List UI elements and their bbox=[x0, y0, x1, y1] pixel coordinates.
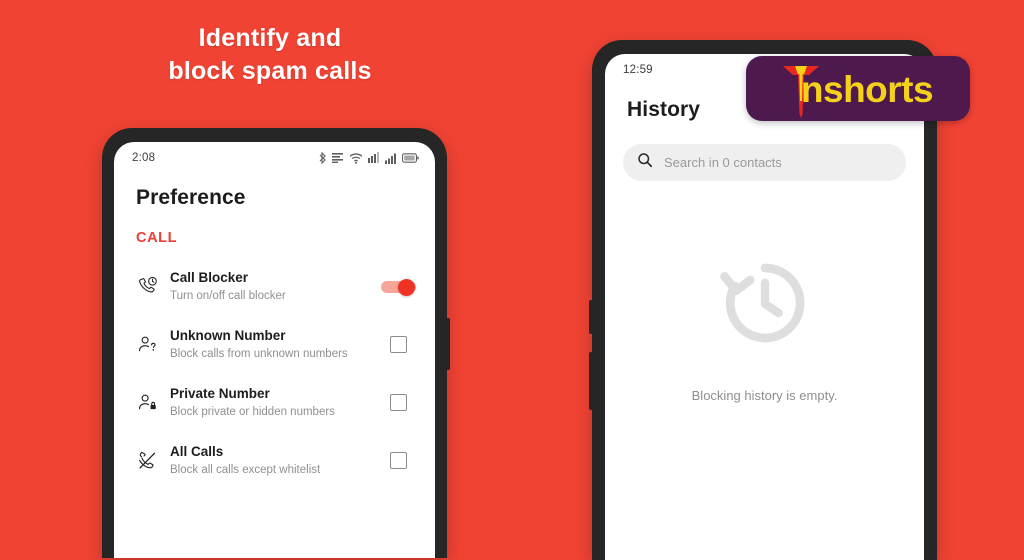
phone-screen-preference: 2:08 Preference CALL Call Blocker Turn o… bbox=[114, 142, 435, 558]
phone-screen-history: 12:59 History Search in 0 contacts Block… bbox=[605, 54, 924, 560]
history-icon bbox=[719, 263, 811, 353]
all-calls-icon bbox=[132, 450, 162, 471]
bluetooth-icon bbox=[319, 152, 327, 164]
power-button-left-phone[interactable] bbox=[446, 318, 450, 370]
headline-line-1: Identify and bbox=[198, 24, 342, 52]
call-blocker-icon bbox=[132, 276, 162, 297]
volume-up-button[interactable] bbox=[589, 300, 593, 334]
preference-control bbox=[381, 336, 415, 354]
search-placeholder: Search in 0 contacts bbox=[664, 155, 782, 170]
battery-icon bbox=[402, 153, 419, 163]
phone-mockup-left: 2:08 Preference CALL Call Blocker Turn o… bbox=[102, 128, 450, 558]
preference-subtitle: Block all calls except whitelist bbox=[170, 463, 321, 476]
empty-state: Blocking history is empty. bbox=[605, 257, 924, 403]
preference-title: Unknown Number bbox=[170, 327, 286, 343]
volume-down-button[interactable] bbox=[589, 352, 593, 410]
preference-title: All Calls bbox=[170, 443, 224, 459]
empty-state-message: Blocking history is empty. bbox=[691, 388, 838, 403]
wifi-icon bbox=[349, 152, 363, 164]
preference-control bbox=[381, 394, 415, 412]
preference-title: Private Number bbox=[170, 385, 270, 401]
watermark-badge: nshorts bbox=[746, 56, 970, 121]
toggle-thumb bbox=[398, 279, 415, 297]
headline-line-2: block spam calls bbox=[168, 57, 372, 85]
preference-text: Unknown Number Block calls from unknown … bbox=[162, 327, 381, 363]
unknown-number-icon bbox=[132, 334, 162, 355]
preference-subtitle: Block private or hidden numbers bbox=[170, 406, 335, 418]
mobile-data-icon bbox=[368, 152, 380, 164]
signal-icon bbox=[385, 153, 397, 164]
watermark-label: nshorts bbox=[800, 69, 934, 110]
page-title: Preference bbox=[136, 186, 246, 209]
private-number-icon bbox=[132, 392, 162, 413]
preference-text: Call Blocker Turn on/off call blocker bbox=[162, 269, 381, 305]
preference-subtitle: Turn on/off call blocker bbox=[170, 290, 286, 303]
preference-subtitle: Block calls from unknown numbers bbox=[170, 348, 348, 361]
all-calls-checkbox[interactable] bbox=[389, 452, 407, 470]
preference-row-private-number[interactable]: Private Number Block private or hidden n… bbox=[114, 374, 435, 432]
status-clock: 2:08 bbox=[132, 152, 156, 164]
status-icon-group bbox=[319, 152, 419, 164]
preference-list: Call Blocker Turn on/off call blocker Un… bbox=[114, 258, 435, 490]
preference-row-all-calls[interactable]: All Calls Block all calls except whiteli… bbox=[114, 432, 435, 490]
preference-text: Private Number Block private or hidden n… bbox=[162, 385, 381, 421]
search-input[interactable]: Search in 0 contacts bbox=[623, 144, 906, 181]
unknown-number-checkbox[interactable] bbox=[389, 336, 407, 354]
preference-text: All Calls Block all calls except whiteli… bbox=[162, 443, 381, 479]
preference-control bbox=[381, 279, 416, 297]
preference-title: Call Blocker bbox=[170, 270, 249, 285]
preference-row-unknown-number[interactable]: Unknown Number Block calls from unknown … bbox=[114, 316, 435, 374]
call-blocker-toggle[interactable] bbox=[381, 279, 416, 297]
status-bar-left: 2:08 bbox=[114, 142, 435, 164]
section-header-call: CALL bbox=[136, 230, 178, 246]
preference-row-call-blocker[interactable]: Call Blocker Turn on/off call blocker bbox=[114, 258, 435, 316]
data-rate-icon bbox=[332, 152, 344, 164]
headline: Identify and block spam calls bbox=[60, 22, 480, 88]
private-number-checkbox[interactable] bbox=[389, 394, 407, 412]
status-clock: 12:59 bbox=[623, 64, 653, 76]
search-icon bbox=[637, 152, 653, 173]
preference-control bbox=[381, 452, 415, 470]
